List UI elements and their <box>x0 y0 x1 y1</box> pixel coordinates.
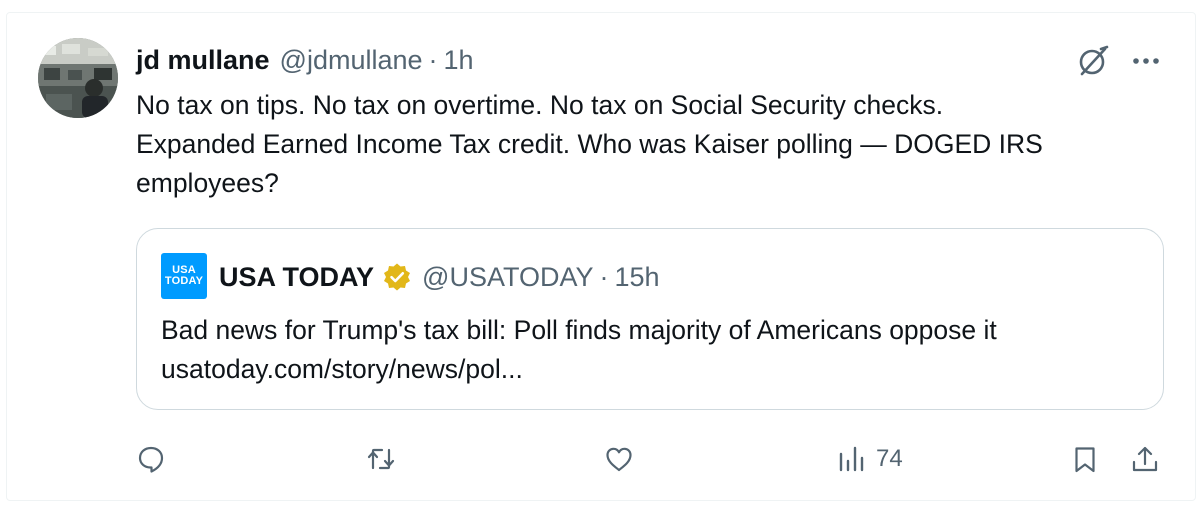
separator-dot: · <box>599 261 609 292</box>
post-time[interactable]: 1h <box>444 45 474 76</box>
avatar[interactable] <box>38 38 118 118</box>
quoted-post-header: USA TODAY @USATODAY · 15h <box>219 257 660 297</box>
post-text-line: Expanded Earned Income Tax credit. Who w… <box>136 129 1043 159</box>
views-icon <box>839 446 864 472</box>
more-icon[interactable] <box>1128 52 1164 70</box>
views-button[interactable]: 74 <box>836 442 903 476</box>
avatar-photo <box>38 38 118 118</box>
logo-text-line: TODAY <box>164 275 204 287</box>
views-count: 74 <box>876 445 903 472</box>
author-name[interactable]: jd mullane <box>136 45 270 76</box>
post-text-line: No tax on tips. No tax on overtime. No t… <box>136 90 944 120</box>
repost-icon <box>367 448 395 470</box>
quoted-text-line: Bad news for Trump's tax bill: Poll find… <box>161 315 997 345</box>
usa-today-logo[interactable]: USA TODAY <box>161 253 207 299</box>
reply-button[interactable] <box>136 442 166 476</box>
grok-icon[interactable] <box>1076 44 1110 78</box>
quoted-post-time[interactable]: 15h <box>615 262 660 293</box>
verified-badge-icon <box>384 263 411 291</box>
like-button[interactable] <box>604 442 634 476</box>
bookmark-icon <box>1075 447 1095 473</box>
quoted-author-name[interactable]: USA TODAY <box>219 262 374 293</box>
quoted-post-text: Bad news for Trump's tax bill: Poll find… <box>161 311 997 389</box>
quoted-link-text[interactable]: usatoday.com/story/news/pol... <box>161 350 997 389</box>
separator-dot: · <box>428 44 438 75</box>
repost-button[interactable] <box>366 442 396 476</box>
post-text: No tax on tips. No tax on overtime. No t… <box>136 86 1176 203</box>
share-icon <box>1132 446 1158 472</box>
post-header: jd mullane @jdmullane · 1h <box>136 42 474 78</box>
quoted-author-handle[interactable]: @USATODAY <box>422 262 593 293</box>
reply-icon <box>138 446 164 473</box>
quoted-post[interactable]: USA TODAY USA TODAY @USATODAY · 15h Bad … <box>136 228 1164 410</box>
post-text-line: employees? <box>136 168 279 198</box>
author-handle[interactable]: @jdmullane <box>280 45 423 76</box>
share-button[interactable] <box>1130 442 1160 476</box>
like-icon <box>606 447 632 472</box>
bookmark-button[interactable] <box>1070 442 1100 476</box>
